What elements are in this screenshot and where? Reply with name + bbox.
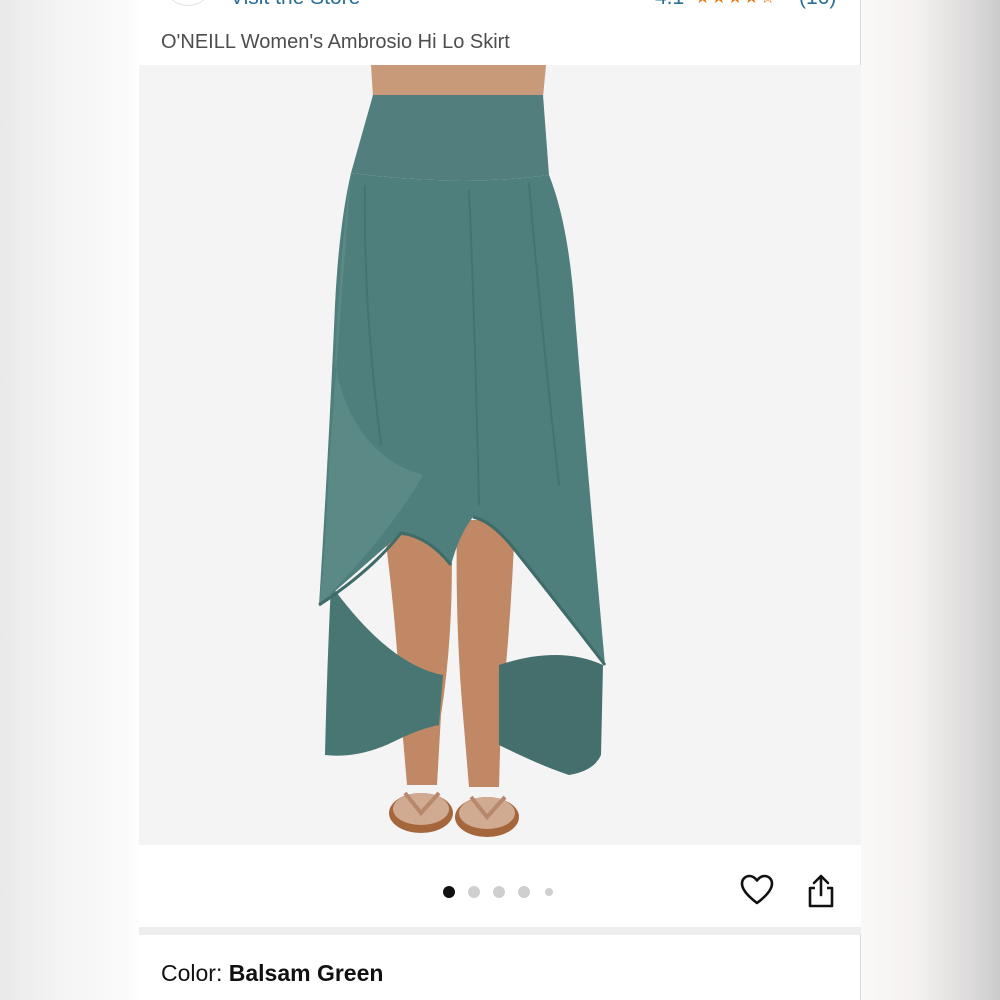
carousel-dot-3[interactable] [493,886,505,898]
rating-count[interactable]: (16) [799,0,836,10]
rating-value[interactable]: 4.1 [655,0,684,10]
wishlist-button[interactable] [739,873,775,909]
section-divider [139,927,861,935]
background-right [861,0,1000,1000]
carousel-dot-4[interactable] [518,886,530,898]
heart-outline-icon [740,874,774,905]
brand-rating-row: Visit the Store 4.1 ★★★★☆ (16) [139,0,861,14]
share-button[interactable] [803,873,839,909]
carousel-controls [139,845,861,927]
product-page: Visit the Store 4.1 ★★★★☆ (16) O'NEILL W… [139,0,861,1000]
carousel-dot-2[interactable] [468,886,480,898]
carousel-dot-5[interactable] [545,888,553,896]
color-value: Balsam Green [228,960,384,986]
carousel-dot-1[interactable] [443,886,455,898]
visit-store-link[interactable]: Visit the Store [230,0,360,10]
product-title: O'NEILL Women's Ambrosio Hi Lo Skirt [161,31,510,53]
product-image[interactable] [139,65,861,845]
color-selector-label: Color: Balsam Green [161,960,383,987]
skirt-photo [318,65,607,837]
star-rating-icon[interactable]: ★★★★☆ [695,0,776,8]
color-label: Color: [161,960,223,986]
share-icon [808,874,834,908]
brand-logo[interactable] [163,0,213,6]
